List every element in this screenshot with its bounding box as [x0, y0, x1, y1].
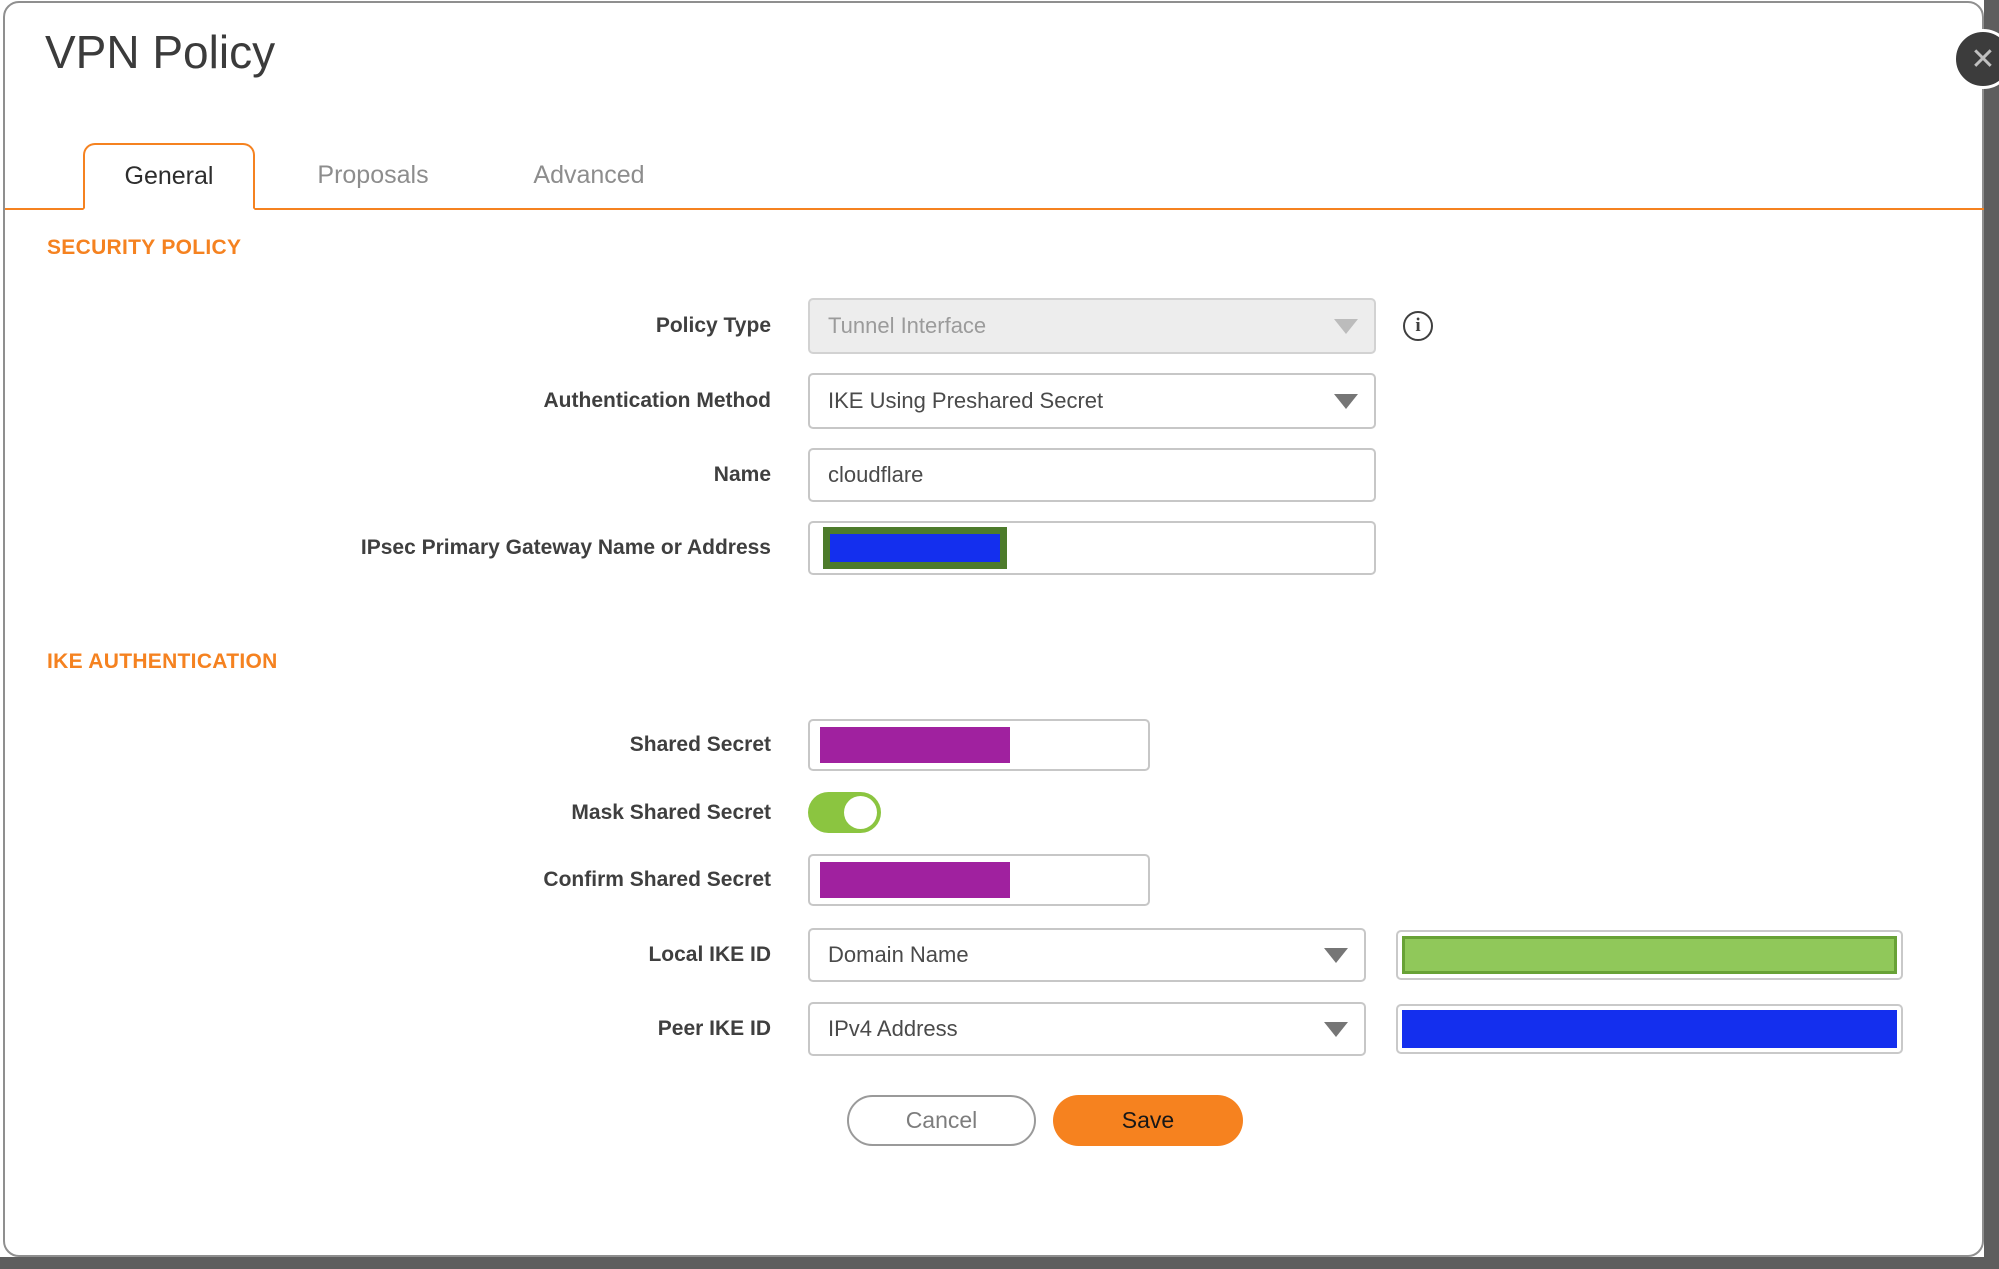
tab-proposals[interactable]: Proposals [283, 143, 463, 208]
name-input[interactable]: cloudflare [808, 448, 1376, 502]
modal-bottom-edge [0, 1257, 1999, 1269]
local-ike-id-select[interactable]: Domain Name [808, 928, 1366, 982]
policy-type-label: Policy Type [655, 314, 771, 337]
tab-general-label: General [124, 162, 214, 190]
authentication-method-row: Authentication Method IKE Using Preshare… [5, 373, 1989, 429]
toggle-knob [844, 796, 877, 829]
mask-shared-secret-row: Mask Shared Secret [5, 792, 1989, 833]
tab-advanced-label: Advanced [533, 161, 645, 189]
gateway-address-redaction [823, 527, 1007, 569]
gateway-address-input[interactable] [808, 521, 1376, 575]
modal-right-edge [1984, 0, 1999, 1269]
name-value: cloudflare [828, 462, 924, 487]
tab-proposals-label: Proposals [317, 161, 429, 189]
local-ike-id-redaction [1402, 936, 1897, 974]
dialog-title: VPN Policy [45, 26, 276, 78]
mask-shared-secret-label: Mask Shared Secret [571, 800, 771, 824]
confirm-shared-secret-input[interactable] [808, 854, 1150, 906]
close-icon: ✕ [1970, 42, 1996, 76]
peer-ike-id-type-value: IPv4 Address [828, 1016, 958, 1041]
authentication-method-label: Authentication Method [543, 389, 771, 412]
info-icon[interactable]: i [1403, 311, 1433, 341]
tab-advanced[interactable]: Advanced [499, 143, 679, 208]
shared-secret-input[interactable] [808, 719, 1150, 771]
authentication-method-select[interactable]: IKE Using Preshared Secret [808, 373, 1376, 429]
name-row: Name cloudflare [5, 448, 1989, 502]
chevron-down-icon [1324, 1021, 1348, 1037]
mask-shared-secret-toggle[interactable] [808, 792, 881, 833]
vpn-policy-dialog: VPN Policy General Proposals Advanced SE… [3, 1, 1984, 1257]
peer-ike-id-value-input[interactable] [1396, 1004, 1903, 1054]
general-tab-content: SECURITY POLICY Policy Type Tunnel Inter… [5, 210, 1989, 1146]
gateway-label: IPsec Primary Gateway Name or Address [360, 536, 771, 559]
peer-ike-id-select[interactable]: IPv4 Address [808, 1002, 1366, 1056]
local-ike-id-label: Local IKE ID [648, 943, 771, 966]
policy-type-row: Policy Type Tunnel Interface i [5, 298, 1989, 354]
info-icon-glyph: i [1415, 315, 1421, 336]
shared-secret-redaction [820, 727, 1010, 763]
name-label: Name [713, 463, 771, 486]
chevron-down-icon [1324, 947, 1348, 963]
gateway-row: IPsec Primary Gateway Name or Address [5, 521, 1989, 575]
chevron-down-icon [1334, 318, 1358, 334]
policy-type-value: Tunnel Interface [828, 313, 987, 338]
authentication-method-value: IKE Using Preshared Secret [828, 388, 1104, 413]
cancel-button[interactable]: Cancel [847, 1095, 1036, 1146]
local-ike-id-row: Local IKE ID Domain Name [5, 928, 1989, 982]
policy-type-select: Tunnel Interface [808, 298, 1376, 354]
peer-ike-id-redaction [1402, 1010, 1897, 1048]
shared-secret-label: Shared Secret [629, 733, 771, 756]
save-button[interactable]: Save [1053, 1095, 1243, 1146]
confirm-shared-secret-row: Confirm Shared Secret [5, 854, 1989, 906]
dialog-actions: Cancel Save [847, 1095, 1989, 1146]
security-policy-section-title: SECURITY POLICY [47, 236, 242, 259]
local-ike-id-value-input[interactable] [1396, 930, 1903, 980]
chevron-down-icon [1334, 393, 1358, 409]
local-ike-id-type-value: Domain Name [828, 942, 969, 967]
ike-authentication-section-title: IKE AUTHENTICATION [47, 650, 278, 673]
tab-bar: General Proposals Advanced [5, 143, 1984, 210]
tab-general[interactable]: General [83, 143, 255, 210]
peer-ike-id-row: Peer IKE ID IPv4 Address [5, 1002, 1989, 1056]
confirm-shared-secret-label: Confirm Shared Secret [543, 868, 771, 891]
peer-ike-id-label: Peer IKE ID [657, 1017, 771, 1040]
confirm-shared-secret-redaction [820, 862, 1010, 898]
shared-secret-row: Shared Secret [5, 719, 1989, 771]
